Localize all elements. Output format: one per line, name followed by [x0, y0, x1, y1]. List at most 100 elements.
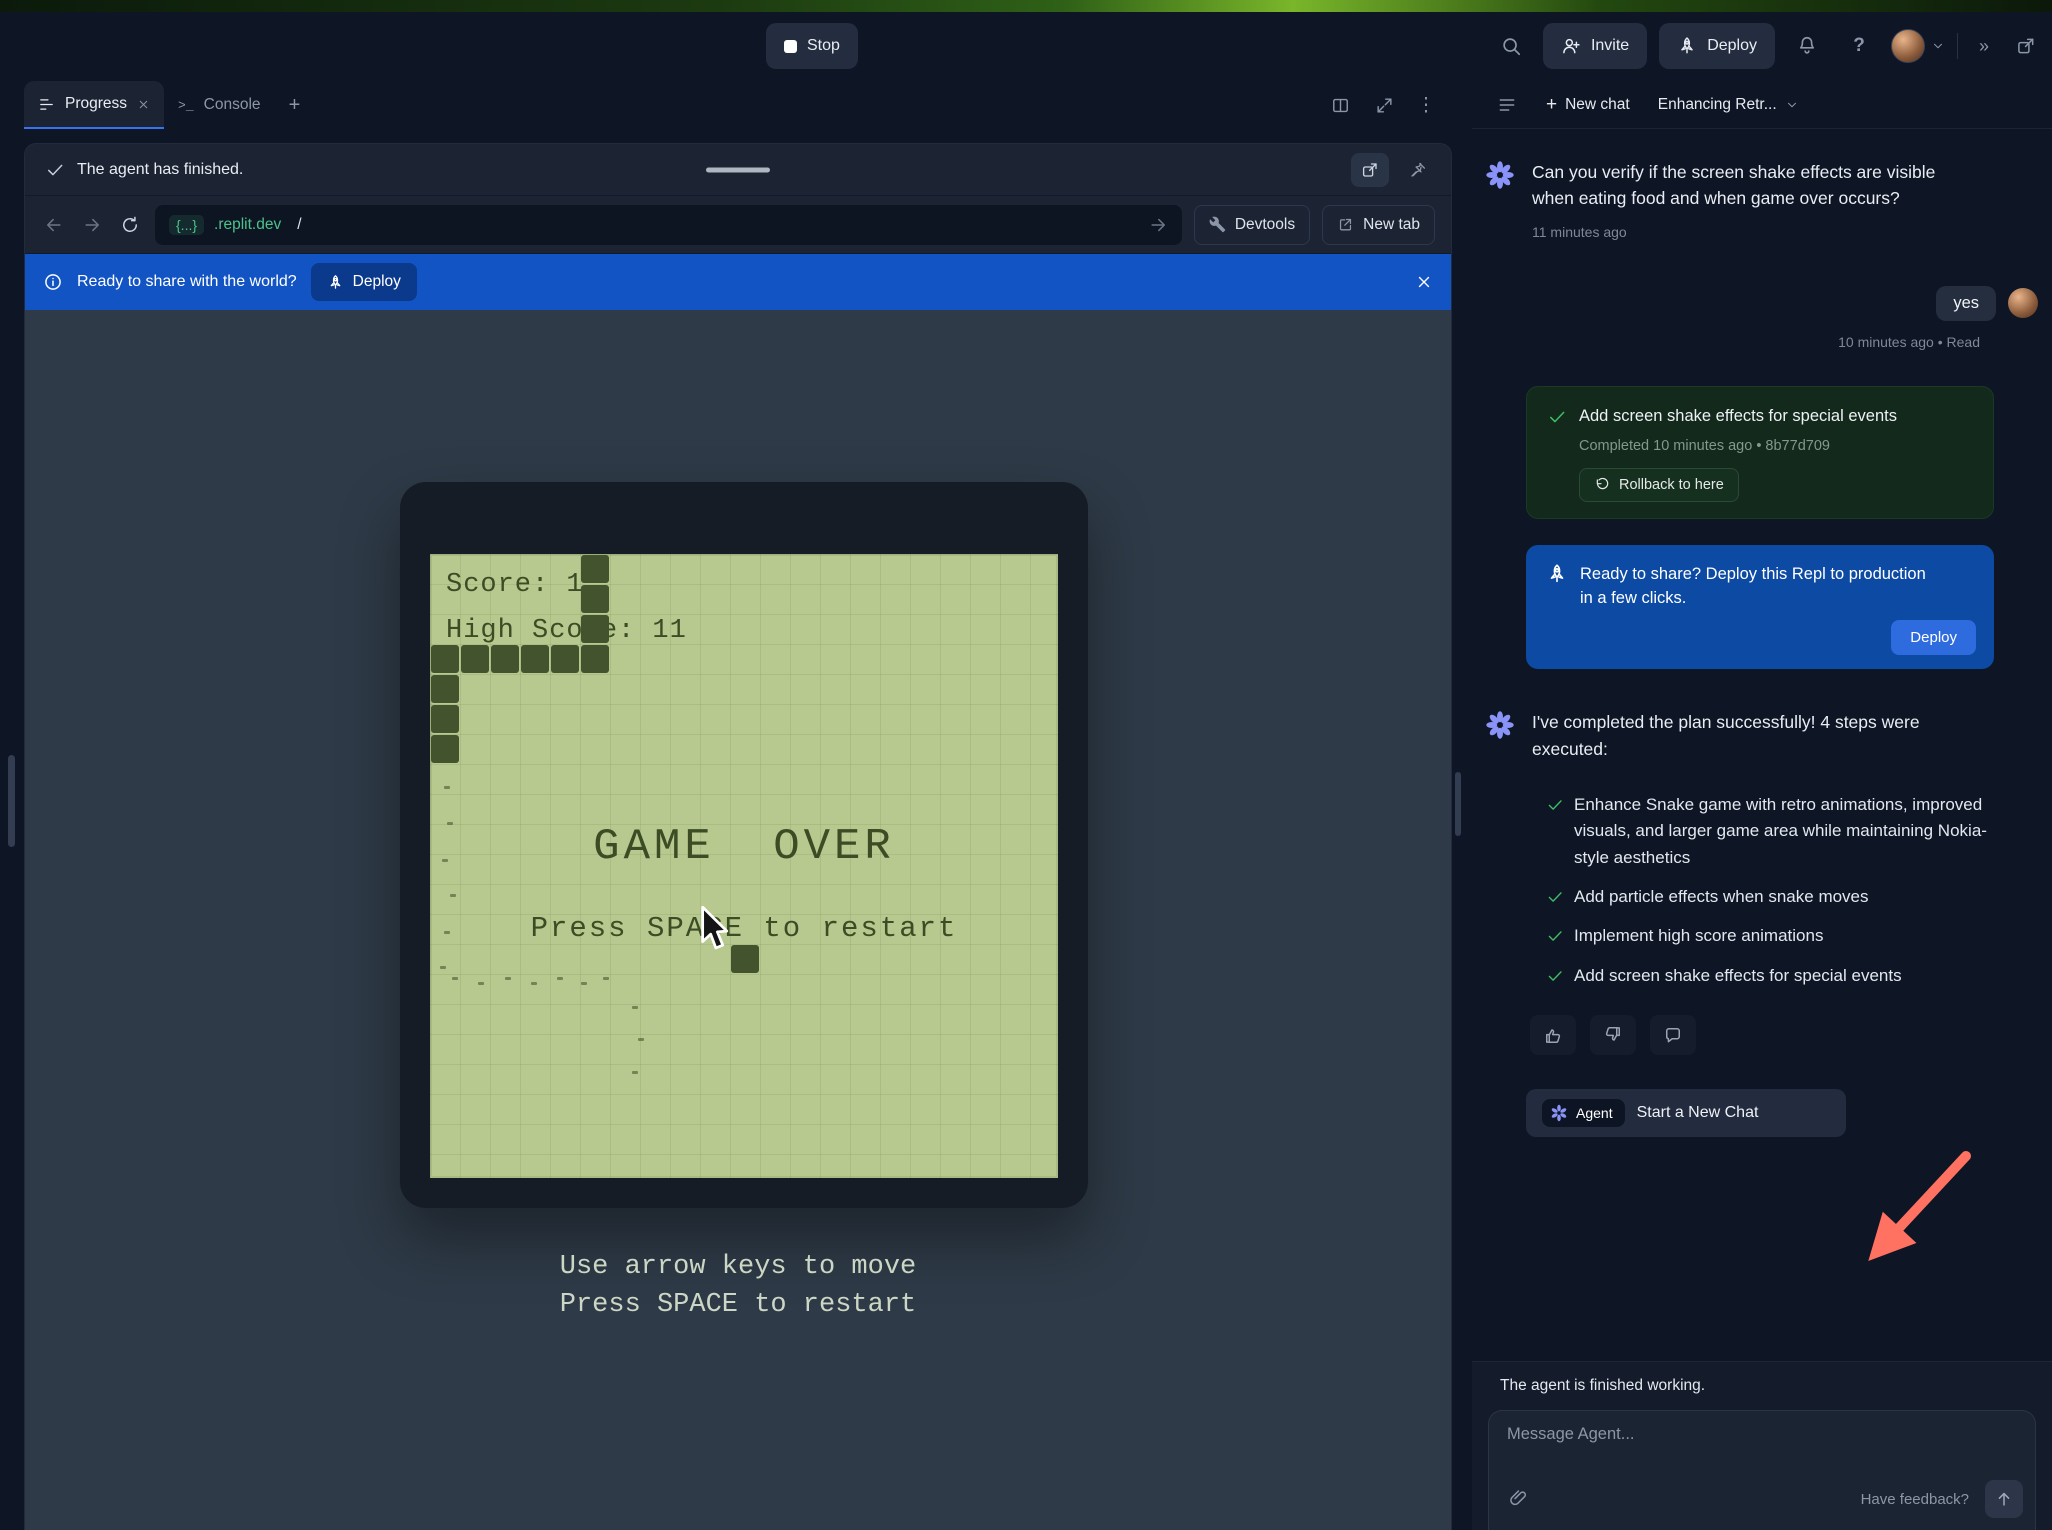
expand-icon	[1375, 96, 1394, 115]
user-avatar	[2008, 288, 2038, 318]
thumbs-up-button[interactable]	[1530, 1015, 1576, 1055]
stop-button[interactable]: Stop	[766, 23, 858, 69]
open-in-new-icon	[1361, 161, 1379, 179]
invite-button[interactable]: Invite	[1543, 23, 1647, 69]
go-arrow-icon	[1148, 215, 1168, 235]
checkpoint-title: Add screen shake effects for special eve…	[1579, 405, 1915, 428]
deploy-card-button[interactable]: Deploy	[1891, 620, 1976, 655]
tab-console[interactable]: >_ Console	[164, 81, 274, 129]
url-go-button[interactable]	[1148, 215, 1168, 235]
browser-toolbar: {...} .replit.dev / Devtools New tab	[25, 196, 1451, 254]
particle-speck	[581, 982, 587, 985]
info-icon	[43, 272, 63, 292]
snake-game-frame: Score: 1 High Score: 11 GAME OVER Press …	[400, 482, 1088, 1208]
thumbs-down-button[interactable]	[1590, 1015, 1636, 1055]
check-icon	[1546, 796, 1564, 814]
message-feedback-actions	[1530, 1015, 2052, 1055]
url-bar[interactable]: {...} .replit.dev /	[155, 205, 1182, 245]
banner-close-button[interactable]	[1415, 273, 1433, 291]
user-message-bubble: yes	[1936, 286, 1996, 321]
send-arrow-icon	[1994, 1489, 2014, 1509]
snake-cell	[581, 645, 609, 673]
devtools-button[interactable]: Devtools	[1194, 205, 1310, 245]
search-button[interactable]	[1491, 26, 1531, 66]
comment-button[interactable]	[1650, 1015, 1696, 1055]
chat-history-button[interactable]	[1494, 85, 1520, 125]
annotation-arrow	[1838, 1140, 1988, 1290]
tab-progress[interactable]: Progress	[24, 81, 164, 129]
chevron-down-icon	[1785, 98, 1799, 112]
close-icon	[137, 98, 150, 111]
deploy-button[interactable]: Deploy	[1659, 23, 1775, 69]
chat-header: + New chat Enhancing Retr...	[1472, 81, 2052, 129]
collapse-toolbar-button[interactable]: »	[1970, 26, 1998, 66]
rollback-label: Rollback to here	[1619, 477, 1724, 493]
particle-speck	[505, 977, 511, 980]
topbar-actions: Invite Deploy ? »	[1491, 23, 2042, 69]
particle-speck	[638, 1038, 644, 1041]
chat-session-selector[interactable]: Enhancing Retr...	[1658, 96, 1799, 114]
chat-session-title: Enhancing Retr...	[1658, 96, 1777, 114]
game-help-line2: Press SPACE to restart	[25, 1286, 1451, 1324]
agent-message-text: Can you verify if the screen shake effec…	[1532, 159, 1964, 212]
pin-pane-button[interactable]	[1399, 153, 1437, 187]
topbar-divider	[1957, 33, 1958, 59]
chevron-down-icon	[1931, 39, 1945, 53]
snake-cell	[431, 705, 459, 733]
game-over-text: GAME OVER	[430, 822, 1058, 872]
add-tab-button[interactable]: +	[275, 81, 315, 129]
plan-step-text: Add particle effects when snake moves	[1574, 884, 1994, 910]
notifications-button[interactable]	[1787, 26, 1827, 66]
banner-deploy-button[interactable]: Deploy	[311, 263, 417, 301]
rail-scroll-thumb[interactable]	[8, 755, 15, 847]
snake-cell	[581, 555, 609, 583]
pane-drag-handle[interactable]	[706, 167, 770, 172]
refresh-icon	[120, 215, 140, 235]
panel-resize-handle[interactable]	[1455, 772, 1461, 836]
plan-step: Add screen shake effects for special eve…	[1546, 963, 2022, 989]
high-score-text: High Score: 11	[446, 616, 687, 646]
plus-icon: +	[289, 94, 301, 117]
tab-actions: ⋮	[1328, 81, 1452, 129]
webview[interactable]: Score: 1 High Score: 11 GAME OVER Press …	[25, 310, 1451, 1530]
browser-back-button[interactable]	[41, 205, 67, 245]
comment-icon	[1663, 1025, 1683, 1045]
tabbar: Progress >_ Console + ⋮	[24, 81, 1452, 129]
message-input[interactable]	[1507, 1425, 2017, 1444]
rollback-button[interactable]: Rollback to here	[1579, 468, 1739, 502]
start-new-chat-button[interactable]: Agent Start a New Chat	[1526, 1089, 1846, 1137]
search-icon	[1500, 35, 1522, 57]
rocket-icon	[1546, 563, 1568, 585]
split-view-button[interactable]	[1328, 93, 1352, 117]
particle-speck	[440, 966, 446, 969]
send-message-button[interactable]	[1985, 1480, 2023, 1518]
mouse-cursor-icon	[696, 906, 730, 952]
new-tab-button[interactable]: New tab	[1322, 205, 1435, 245]
desktop-wallpaper-strip	[0, 0, 2052, 12]
attach-file-button[interactable]	[1503, 1484, 1533, 1514]
thumb-up-icon	[1543, 1025, 1563, 1045]
snake-cell	[551, 645, 579, 673]
browser-refresh-button[interactable]	[117, 205, 143, 245]
devtools-label: Devtools	[1235, 216, 1295, 234]
expand-pane-button[interactable]	[1372, 93, 1396, 117]
open-in-pane-button[interactable]	[1351, 153, 1389, 187]
help-button[interactable]: ?	[1839, 26, 1879, 66]
left-rail	[0, 81, 24, 1530]
pin-icon	[1409, 161, 1427, 179]
plan-step: Implement high score animations	[1546, 923, 2022, 949]
help-icon: ?	[1853, 35, 1865, 57]
account-menu-button[interactable]	[1891, 29, 1945, 63]
plan-step: Enhance Snake game with retro animations…	[1546, 792, 2022, 871]
new-chat-button[interactable]: + New chat	[1546, 94, 1630, 116]
stop-label: Stop	[807, 37, 840, 55]
tab-console-label: Console	[204, 96, 261, 114]
particle-speck	[531, 982, 537, 985]
popout-window-button[interactable]	[2010, 26, 2042, 66]
browser-forward-button[interactable]	[79, 205, 105, 245]
tab-close-button[interactable]	[137, 98, 150, 111]
have-feedback-link[interactable]: Have feedback?	[1861, 1491, 1969, 1508]
plan-step: Add particle effects when snake moves	[1546, 884, 2022, 910]
plan-step-text: Implement high score animations	[1574, 923, 1994, 949]
pane-menu-button[interactable]: ⋮	[1416, 93, 1436, 117]
